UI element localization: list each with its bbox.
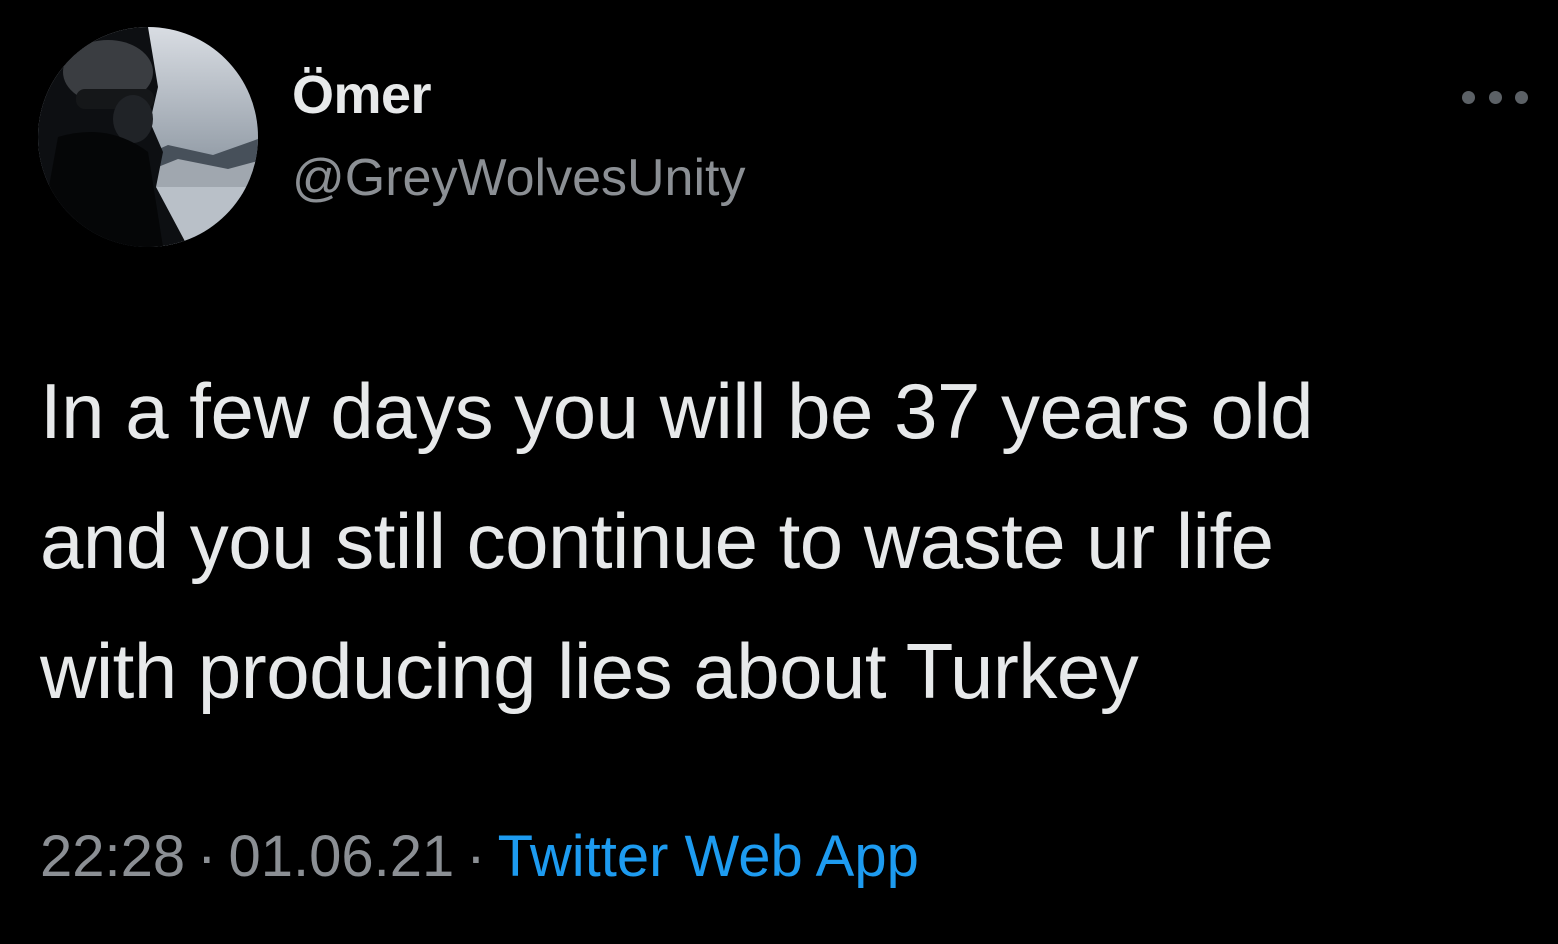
- tweet-date[interactable]: 01.06.21: [228, 824, 454, 889]
- avatar[interactable]: [38, 27, 258, 247]
- tweet-metadata: 22:28 · 01.06.21 · Twitter Web App: [40, 822, 919, 892]
- more-dot: [1462, 90, 1475, 104]
- more-options-icon[interactable]: [1462, 82, 1528, 112]
- display-name[interactable]: Ömer: [292, 65, 432, 125]
- tweet-text: In a few days you will be 37 years old a…: [40, 367, 1314, 715]
- meta-separator: ·: [197, 824, 217, 889]
- tweet-card: Ömer @GreyWolvesUnity In a few days you …: [0, 0, 1558, 944]
- user-handle[interactable]: @GreyWolvesUnity: [292, 149, 745, 207]
- profile-photo: [38, 27, 258, 247]
- more-dot: [1488, 90, 1502, 104]
- more-dot: [1515, 90, 1528, 104]
- tweet-time[interactable]: 22:28: [40, 824, 185, 889]
- meta-separator: ·: [466, 824, 486, 889]
- tweet-source-link[interactable]: Twitter Web App: [498, 824, 919, 889]
